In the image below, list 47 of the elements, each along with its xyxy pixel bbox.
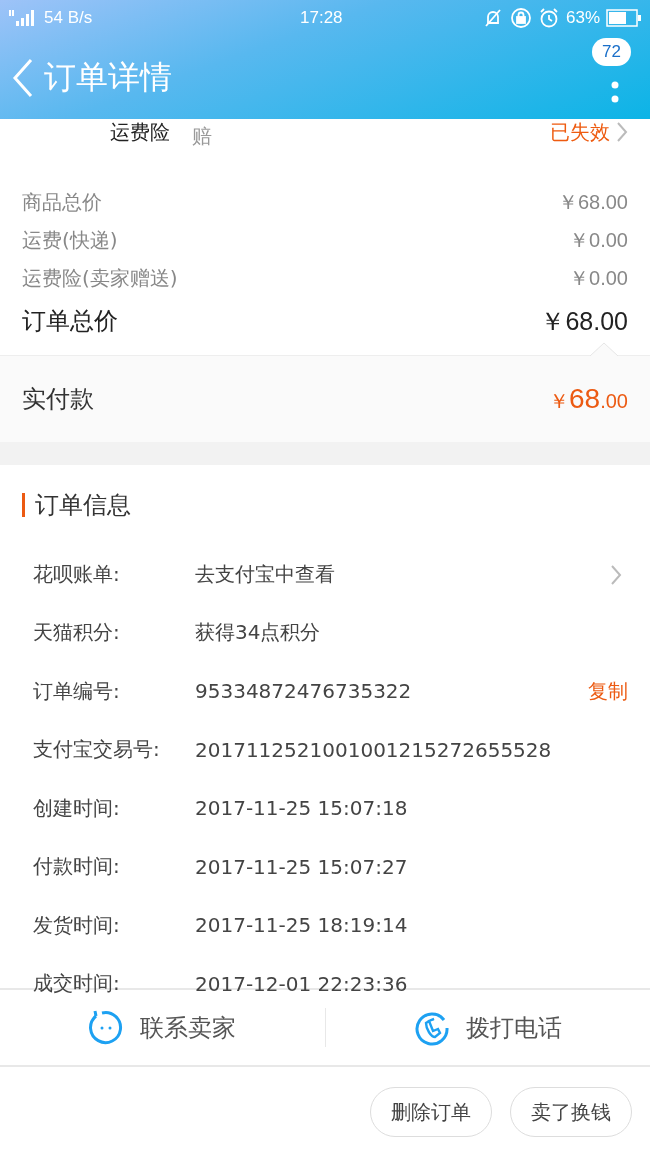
chevron-right-icon[interactable] xyxy=(610,564,622,587)
info-label: 支付宝交易号: xyxy=(33,736,161,764)
info-value: 获得34点积分 xyxy=(195,619,322,647)
info-value: 2017-11-25 18:19:14 xyxy=(195,913,409,938)
price-label: 运费(快递) xyxy=(22,226,118,254)
paid-amount: ￥68.00 xyxy=(549,383,628,415)
price-value: ￥0.00 xyxy=(569,227,628,253)
section-title: 订单信息 xyxy=(35,490,131,521)
clock-time: 17:28 xyxy=(300,8,343,28)
page-title: 订单详情 xyxy=(44,56,173,98)
info-value: 2017-11-25 15:07:27 xyxy=(195,854,409,879)
insurance-status: 已失效 xyxy=(550,119,610,146)
section-accent-bar xyxy=(22,493,25,517)
action-button[interactable]: 卖了换钱 xyxy=(510,1087,632,1137)
info-label: 订单编号: xyxy=(33,677,121,705)
more-menu-icon[interactable] xyxy=(611,81,619,105)
back-icon[interactable] xyxy=(12,57,34,98)
chat-bubble-icon xyxy=(88,1009,125,1046)
copy-link[interactable]: 复制 xyxy=(588,677,628,705)
info-label: 创建时间: xyxy=(33,794,121,822)
insurance-note: 赔 xyxy=(192,123,212,150)
battery-icon xyxy=(606,9,642,27)
total-value: ￥68.00 xyxy=(540,305,628,337)
chevron-right-icon[interactable] xyxy=(616,121,628,143)
insurance-label: 运费险 xyxy=(110,119,170,146)
info-label: 花呗账单: xyxy=(33,560,121,588)
info-value: 95334872476735322 xyxy=(195,679,413,704)
paid-label: 实付款 xyxy=(22,384,94,415)
info-value: 2017112521001001215272655528 xyxy=(195,737,553,762)
price-label: 商品总价 xyxy=(22,188,102,216)
info-label: 付款时间: xyxy=(33,853,121,881)
contact-button[interactable]: 拨打电话 xyxy=(324,1008,650,1047)
price-value: ￥68.00 xyxy=(557,189,628,215)
price-label: 运费险(卖家赠送) xyxy=(22,264,178,292)
info-label: 成交时间: xyxy=(33,970,121,998)
rotation-lock-icon xyxy=(509,7,532,29)
price-value: ￥0.00 xyxy=(569,265,628,291)
battery-percent: 63% xyxy=(565,8,600,28)
info-value: 2017-11-25 15:07:18 xyxy=(195,796,409,821)
action-button[interactable]: 删除订单 xyxy=(370,1087,492,1137)
info-label: 发货时间: xyxy=(33,911,121,939)
network-speed: 54 B/s xyxy=(44,8,93,28)
info-value: 去支付宝中查看 xyxy=(195,560,336,588)
message-count-badge: 72 xyxy=(592,38,631,66)
info-value: 2017-12-01 22:23:36 xyxy=(195,971,409,996)
total-label: 订单总价 xyxy=(22,306,118,337)
info-label: 天猫积分: xyxy=(33,619,121,647)
